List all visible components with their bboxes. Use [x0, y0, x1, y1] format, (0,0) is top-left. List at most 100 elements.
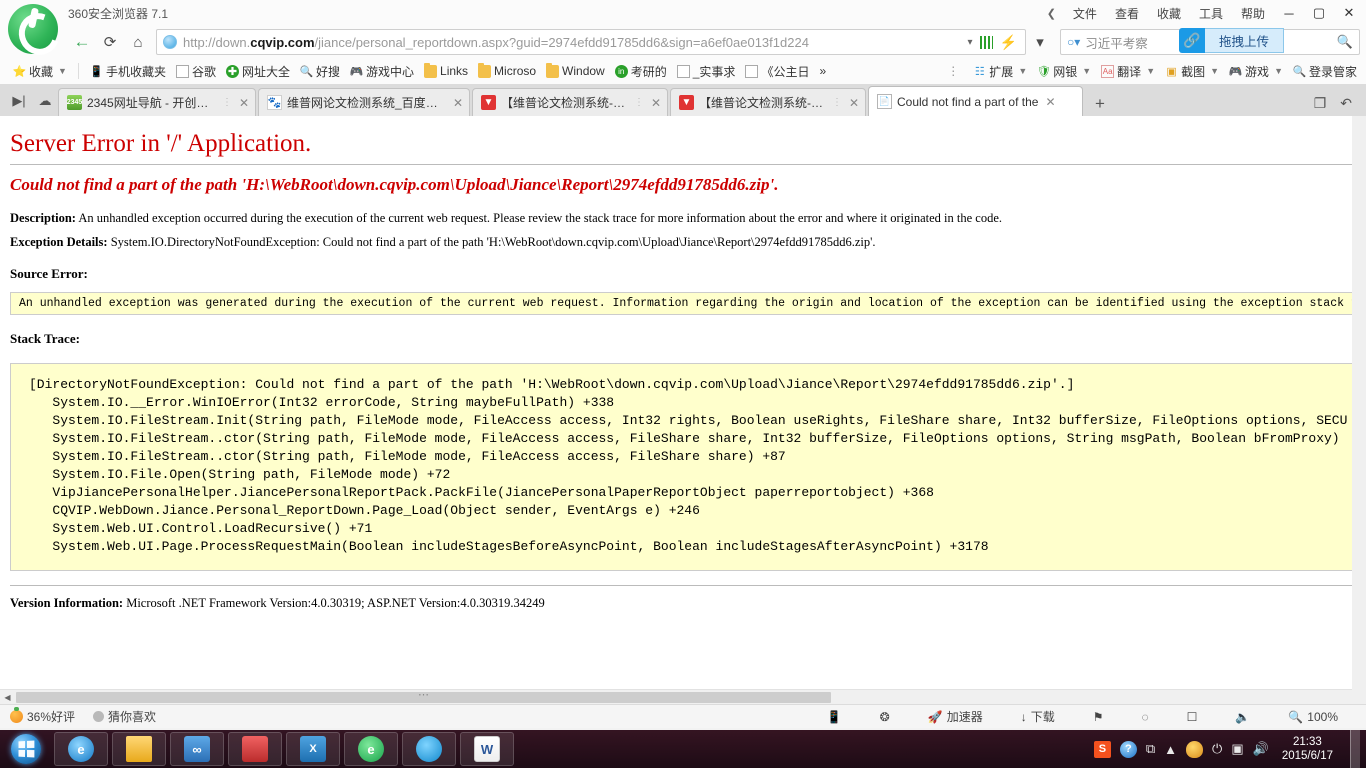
excel-icon: X: [300, 736, 326, 762]
tab-close-icon[interactable]: ✕: [651, 96, 661, 110]
address-dropdown-icon[interactable]: ▾: [968, 37, 973, 48]
rating-indicator[interactable]: 36%好评: [10, 707, 75, 725]
bookmark-item-10[interactable]: 《公主日: [740, 61, 814, 82]
address-bar[interactable]: http://down.cqvip.com/jiance/personal_re…: [156, 29, 1026, 55]
circle-icon: [93, 711, 105, 722]
tab-0[interactable]: 2345 2345网址导航 - 开创中国百年… ⋮ ✕: [58, 88, 256, 116]
qq-icon[interactable]: [1186, 740, 1204, 758]
page-horizontal-scrollbar[interactable]: ◀: [0, 689, 1352, 704]
close-button[interactable]: ✕: [1334, 1, 1364, 25]
bookmark-item-2[interactable]: ✚ 网址大全: [221, 61, 295, 82]
reload-icon[interactable]: ⟳: [96, 29, 124, 55]
back-icon[interactable]: ←: [68, 29, 96, 55]
bookmark-item-3[interactable]: 🔍 好搜: [295, 61, 345, 82]
accelerator-button[interactable]: 🚀 加速器: [928, 708, 983, 725]
tool-extensions[interactable]: ☷ 扩展 ▼: [968, 61, 1032, 82]
tab-close-icon[interactable]: ✕: [1045, 95, 1055, 109]
show-desktop-button[interactable]: [1350, 730, 1360, 768]
page-vertical-scrollbar[interactable]: [1352, 116, 1366, 704]
cloud-tabs-icon[interactable]: ☁: [32, 86, 58, 116]
scroll-left-icon[interactable]: ◀: [0, 693, 15, 702]
network-icon[interactable]: ▣: [1231, 741, 1243, 757]
bookmarks-grip-icon[interactable]: ⋮: [947, 64, 960, 78]
new-tab-button[interactable]: +: [1085, 94, 1115, 116]
bookmark-item-0[interactable]: 📱 手机收藏夹: [85, 61, 171, 82]
bookmark-item-7[interactable]: Window: [541, 62, 610, 80]
help-icon[interactable]: ?: [1119, 740, 1137, 758]
flag-icon: ⚑: [1092, 709, 1104, 724]
menu-favorites[interactable]: 收藏: [1148, 1, 1190, 26]
taskbar-item-paint[interactable]: [228, 732, 282, 766]
recommendation-item[interactable]: 猜你喜欢: [93, 708, 156, 725]
mobile-view-button[interactable]: 📱: [827, 710, 842, 724]
scroll-thumb[interactable]: [16, 691, 831, 703]
compass-button[interactable]: ❂: [880, 710, 890, 724]
bookmark-item-9[interactable]: _实事求: [672, 61, 741, 82]
tab-2[interactable]: ▼ 【维普论文检测系统-个人版】 ⋮ ✕: [472, 88, 668, 116]
clock[interactable]: 21:33 2015/6/17: [1278, 735, 1341, 763]
bookmark-favorites[interactable]: ⭐ 收藏 ▼: [8, 61, 72, 82]
menu-file[interactable]: 文件: [1064, 1, 1106, 26]
tab-menu-icon[interactable]: ⋮: [832, 97, 842, 108]
tab-menu-icon[interactable]: ⋮: [634, 97, 644, 108]
search-input[interactable]: 习近平考察: [1085, 33, 1148, 52]
restore-tabs-icon[interactable]: ❐: [1314, 95, 1327, 112]
sogou-icon[interactable]: S: [1093, 740, 1111, 758]
taskbar-item-ie[interactable]: e: [54, 732, 108, 766]
search-engine-icon[interactable]: ○▾: [1067, 35, 1080, 49]
tab-close-icon[interactable]: ✕: [849, 96, 859, 110]
search-submit-icon[interactable]: 🔍: [1337, 34, 1353, 50]
network-overflow-icon[interactable]: ⧉: [1146, 741, 1155, 757]
tab-list-icon[interactable]: ▶|: [6, 86, 32, 116]
tool-label: 翻译: [1117, 64, 1142, 79]
tab-3[interactable]: ▼ 【维普论文检测系统-个人版】 ⋮ ✕: [670, 88, 866, 116]
maximize-button[interactable]: ▢: [1304, 1, 1334, 25]
bookmark-item-4[interactable]: 🎮 游戏中心: [345, 61, 419, 82]
tool-screenshot[interactable]: ▣ 截图 ▼: [1160, 61, 1224, 82]
tab-4[interactable]: 📄 Could not find a part of the ✕: [868, 86, 1083, 116]
bookmark-item-6[interactable]: Microso: [473, 62, 541, 80]
flag-button[interactable]: ⚑: [1093, 710, 1104, 724]
volume-button[interactable]: 🔈: [1235, 710, 1250, 724]
taskbar-item-360se[interactable]: [402, 732, 456, 766]
menu-view[interactable]: 查看: [1106, 1, 1148, 26]
tab-close-icon[interactable]: ✕: [453, 96, 463, 110]
taskbar-item-link[interactable]: ∞: [170, 732, 224, 766]
home-icon[interactable]: ⌂: [124, 29, 152, 55]
search-box[interactable]: ○▾ 习近平考察 🔍 🔗 拖拽上传: [1060, 28, 1360, 55]
drag-upload-tip[interactable]: 🔗 拖拽上传: [1179, 28, 1285, 53]
bookmark-item-8[interactable]: in 考研的: [610, 61, 672, 82]
menu-help[interactable]: 帮助: [1232, 1, 1274, 26]
speed-icon[interactable]: ⚡: [1000, 34, 1017, 51]
tab-1[interactable]: 🐾 维普网论文检测系统_百度搜索 ✕: [258, 88, 470, 116]
zoom-level[interactable]: 🔍 100%: [1288, 710, 1338, 724]
volume-icon[interactable]: 🔊: [1253, 741, 1269, 757]
tool-banking[interactable]: 🛡 网银 ▼: [1032, 61, 1096, 82]
show-hidden-icons-icon[interactable]: ▲: [1164, 742, 1177, 757]
status-bar-right: 📱 ❂ 🚀 加速器 ↓ 下载 ⚑ ◌ ☐ 🔈 🔍 100%: [827, 708, 1356, 725]
taskbar-item-word[interactable]: W: [460, 732, 514, 766]
taskbar-item-explorer[interactable]: [112, 732, 166, 766]
menu-expand-icon[interactable]: ❮: [1039, 7, 1064, 20]
taskbar-item-excel[interactable]: X: [286, 732, 340, 766]
bookmark-item-1[interactable]: 谷歌: [171, 61, 221, 82]
tab-close-icon[interactable]: ✕: [239, 96, 249, 110]
download-button[interactable]: ↓ 下载: [1021, 708, 1055, 725]
circle-button[interactable]: ◌: [1141, 710, 1148, 724]
bookmark-favorites-label: 收藏: [29, 64, 54, 79]
bookmarks-overflow[interactable]: »: [814, 62, 831, 80]
minimize-button[interactable]: ─: [1274, 1, 1304, 25]
window-split-button[interactable]: ☐: [1187, 710, 1198, 724]
undo-close-tab-icon[interactable]: ↶: [1340, 95, 1352, 112]
tab-menu-icon[interactable]: ⋮: [222, 97, 232, 108]
address-history-chevron-icon[interactable]: ▾: [1026, 29, 1054, 55]
tool-games[interactable]: 🎮 游戏 ▼: [1224, 61, 1288, 82]
tool-login-manager[interactable]: 🔍 登录管家: [1288, 61, 1362, 82]
menu-tools[interactable]: 工具: [1190, 1, 1232, 26]
bookmark-item-5[interactable]: Links: [419, 62, 473, 80]
qr-code-icon[interactable]: [979, 35, 993, 49]
taskbar-item-360[interactable]: e: [344, 732, 398, 766]
tool-translate[interactable]: Aa 翻译 ▼: [1096, 61, 1160, 82]
start-button[interactable]: [0, 730, 52, 768]
power-icon[interactable]: ⏻: [1212, 741, 1222, 757]
